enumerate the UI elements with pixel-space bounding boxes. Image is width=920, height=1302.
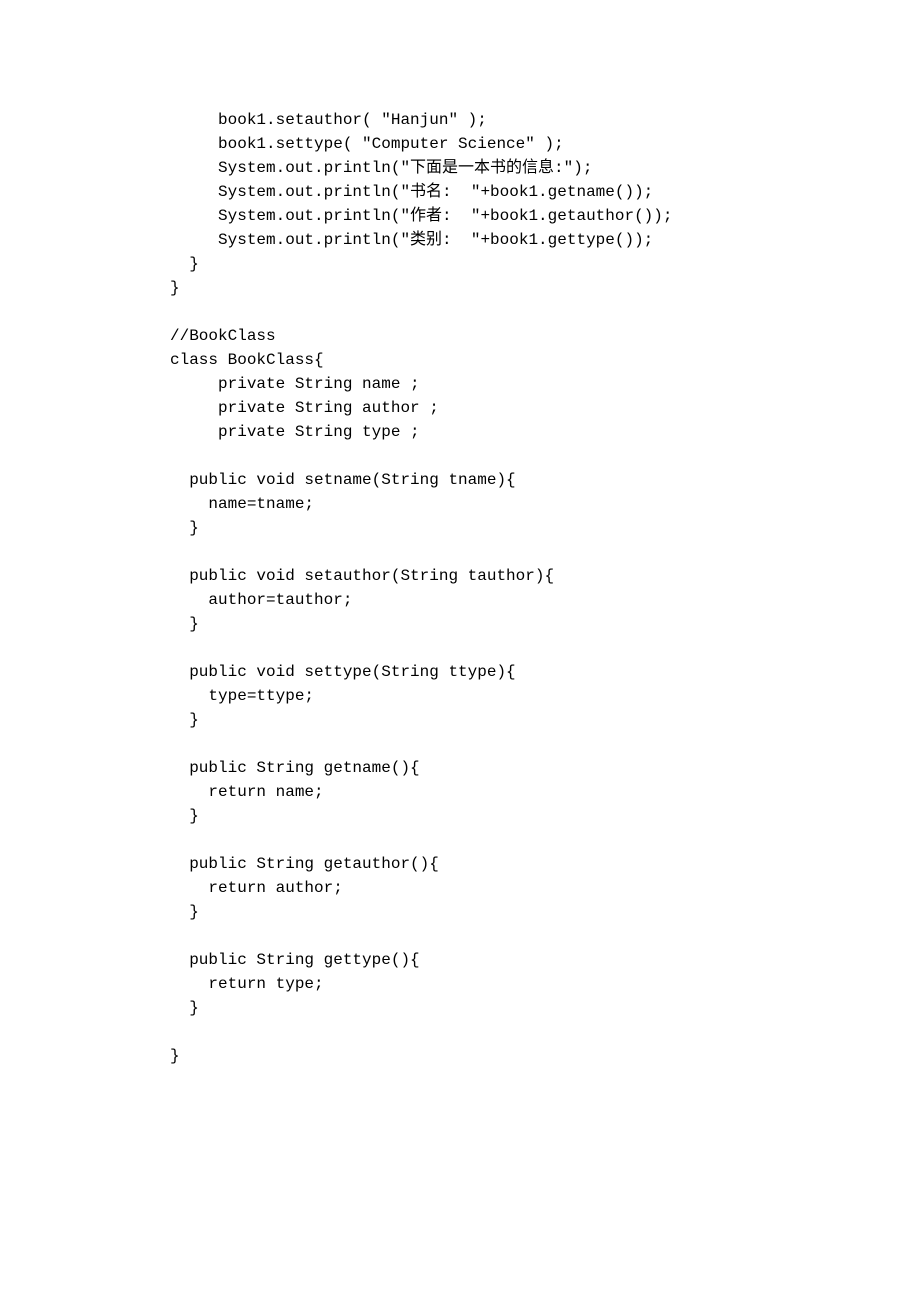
code-line (170, 1020, 920, 1044)
code-line: public void setname(String tname){ (170, 468, 920, 492)
code-line: return author; (170, 876, 920, 900)
code-line: public String getauthor(){ (170, 852, 920, 876)
code-line: public void setauthor(String tauthor){ (170, 564, 920, 588)
code-line: return type; (170, 972, 920, 996)
code-line: } (170, 708, 920, 732)
code-line (170, 636, 920, 660)
code-line (170, 732, 920, 756)
code-line: } (170, 804, 920, 828)
code-line: class BookClass{ (170, 348, 920, 372)
code-line: System.out.println("类别: "+book1.gettype(… (170, 228, 920, 252)
code-line (170, 444, 920, 468)
code-line: name=tname; (170, 492, 920, 516)
code-line: public String gettype(){ (170, 948, 920, 972)
code-line: public String getname(){ (170, 756, 920, 780)
code-line: System.out.println("书名: "+book1.getname(… (170, 180, 920, 204)
code-line: } (170, 612, 920, 636)
code-block: book1.setauthor( "Hanjun" ); book1.setty… (0, 0, 920, 1068)
code-line: } (170, 996, 920, 1020)
code-line: } (170, 1044, 920, 1068)
code-line: author=tauthor; (170, 588, 920, 612)
code-line (170, 540, 920, 564)
code-line: System.out.println("下面是一本书的信息:"); (170, 156, 920, 180)
code-line: } (170, 252, 920, 276)
code-line: type=ttype; (170, 684, 920, 708)
code-line: book1.settype( "Computer Science" ); (170, 132, 920, 156)
code-line: System.out.println("作者: "+book1.getautho… (170, 204, 920, 228)
code-line: private String name ; (170, 372, 920, 396)
code-line: return name; (170, 780, 920, 804)
code-line: public void settype(String ttype){ (170, 660, 920, 684)
code-line: private String author ; (170, 396, 920, 420)
code-line: } (170, 276, 920, 300)
code-line (170, 828, 920, 852)
code-line (170, 924, 920, 948)
code-line (170, 300, 920, 324)
code-line: private String type ; (170, 420, 920, 444)
code-line: } (170, 516, 920, 540)
code-line: book1.setauthor( "Hanjun" ); (170, 108, 920, 132)
code-line: //BookClass (170, 324, 920, 348)
code-line: } (170, 900, 920, 924)
